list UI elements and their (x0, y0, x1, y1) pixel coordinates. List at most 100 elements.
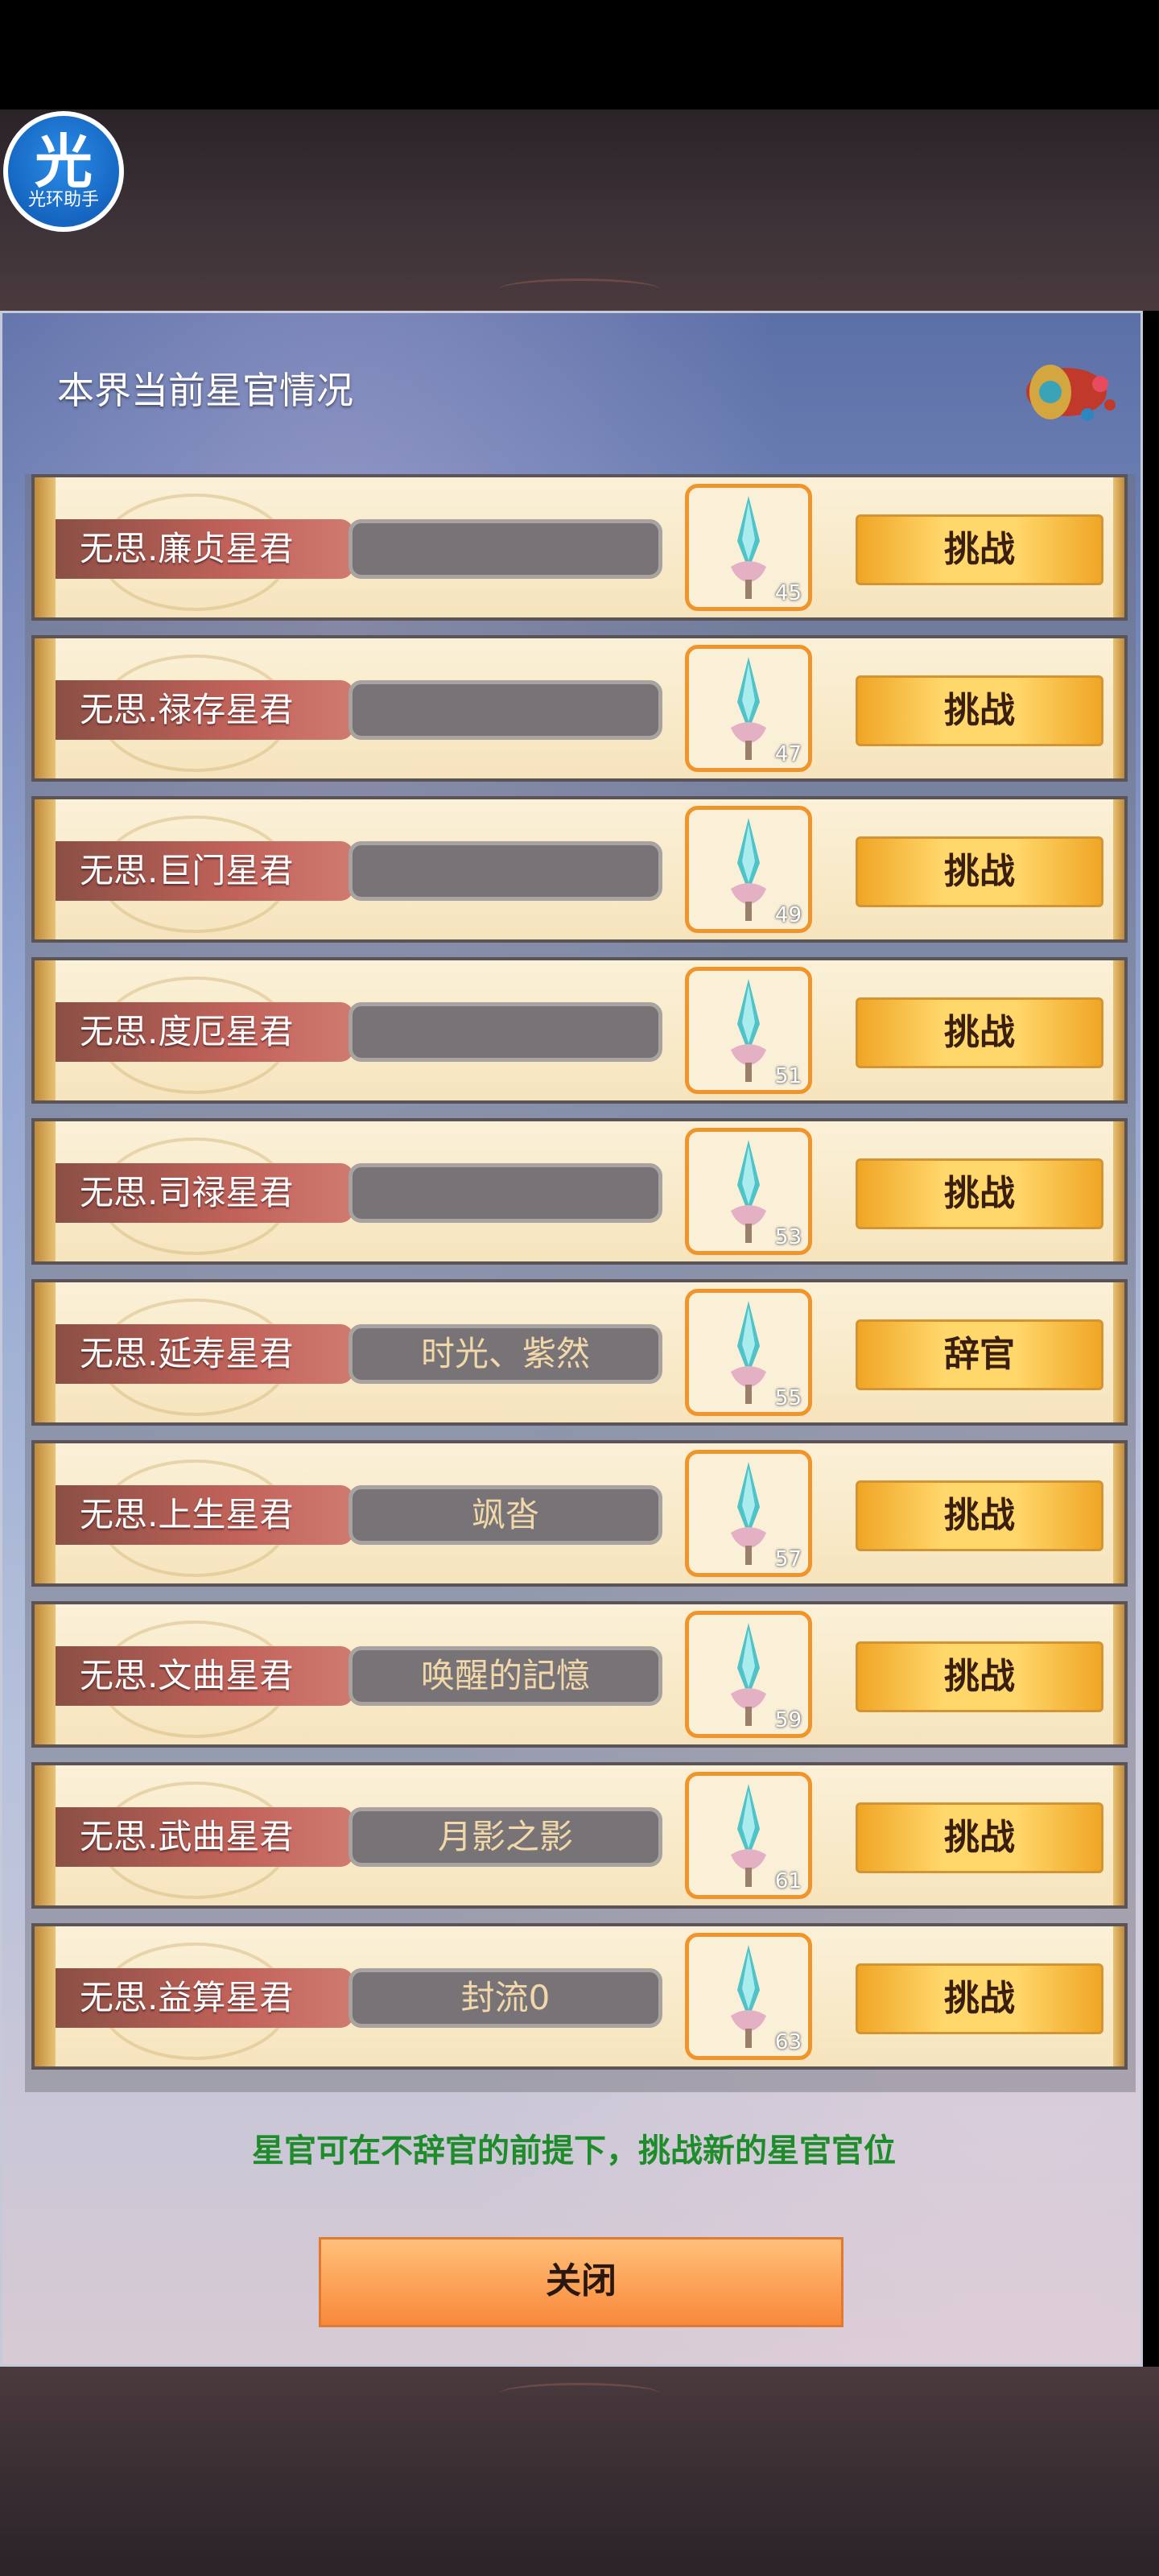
sword-level: 55 (774, 1386, 802, 1410)
sword-item[interactable]: 55 (685, 1289, 812, 1416)
sword-level: 59 (774, 1708, 802, 1732)
sword-item[interactable]: 49 (685, 806, 812, 933)
holder-name: 唤醒的記憶 (349, 1646, 662, 1706)
assistant-caption: 光环助手 (27, 190, 99, 210)
frame-left (35, 1604, 56, 1744)
frame-left (35, 1765, 56, 1905)
sword-item[interactable]: 47 (685, 645, 812, 772)
sword-icon (731, 657, 766, 760)
frame-left (35, 1121, 56, 1261)
holder-name (349, 1163, 662, 1223)
background-bottom (0, 2367, 1159, 2576)
challenge-button[interactable]: 挑战 (856, 675, 1103, 746)
challenge-button[interactable]: 挑战 (856, 514, 1103, 585)
challenge-button[interactable]: 挑战 (856, 1802, 1103, 1873)
frame-right (1113, 799, 1124, 939)
sword-level: 49 (774, 903, 802, 927)
official-list: 无思.廉贞星君 45 挑战 无思.禄存星君 47 挑战 无思.巨门星君 49 挑… (25, 474, 1136, 2092)
ornament (499, 279, 660, 300)
challenge-button[interactable]: 挑战 (856, 1158, 1103, 1229)
frame-right (1113, 960, 1124, 1100)
official-row: 无思.益算星君 封流0 63 挑战 (31, 1923, 1128, 2070)
sword-item[interactable]: 57 (685, 1450, 812, 1577)
official-title: 无思.巨门星君 (56, 841, 353, 901)
holder-name (349, 519, 662, 579)
frame-right (1113, 1282, 1124, 1422)
sword-item[interactable]: 51 (685, 967, 812, 1094)
sword-level: 57 (774, 1547, 802, 1571)
holder-name (349, 1002, 662, 1062)
official-row: 无思.武曲星君 月影之影 61 挑战 (31, 1762, 1128, 1909)
challenge-button[interactable]: 挑战 (856, 1641, 1103, 1712)
official-title: 无思.司禄星君 (56, 1163, 353, 1223)
sword-level: 45 (774, 581, 802, 605)
star-officials-panel: 本界当前星官情况 无思.廉贞星君 45 挑战 无思.禄存星君 47 挑战 无思.… (0, 311, 1143, 2367)
official-title: 无思.上生星君 (56, 1485, 353, 1545)
sword-icon (731, 1462, 766, 1565)
frame-left (35, 1926, 56, 2066)
frame-right (1113, 477, 1124, 617)
official-title: 无思.延寿星君 (56, 1324, 353, 1384)
frame-right (1113, 1765, 1124, 1905)
sword-item[interactable]: 53 (685, 1128, 812, 1255)
status-bar (0, 0, 1159, 109)
sword-level: 51 (774, 1064, 802, 1088)
frame-left (35, 1282, 56, 1422)
official-row: 无思.司禄星君 53 挑战 (31, 1118, 1128, 1265)
sword-icon (731, 496, 766, 599)
holder-name (349, 680, 662, 740)
frame-right (1113, 638, 1124, 778)
sword-item[interactable]: 59 (685, 1611, 812, 1738)
frame-left (35, 799, 56, 939)
official-row: 无思.文曲星君 唤醒的記憶 59 挑战 (31, 1601, 1128, 1748)
challenge-button[interactable]: 挑战 (856, 997, 1103, 1068)
official-row: 无思.禄存星君 47 挑战 (31, 635, 1128, 782)
holder-name: 飒沓 (349, 1485, 662, 1545)
close-button[interactable]: 关闭 (319, 2237, 843, 2327)
sword-icon (731, 1301, 766, 1404)
official-title: 无思.廉贞星君 (56, 519, 353, 579)
sword-icon (731, 1623, 766, 1726)
frame-right (1113, 1121, 1124, 1261)
background-top (0, 109, 1159, 311)
sword-icon (731, 979, 766, 1082)
frame-left (35, 638, 56, 778)
sword-item[interactable]: 63 (685, 1933, 812, 2060)
sword-level: 61 (774, 1869, 802, 1893)
official-title: 无思.度厄星君 (56, 1002, 353, 1062)
frame-right (1113, 1443, 1124, 1583)
frame-left (35, 960, 56, 1100)
sword-icon (731, 818, 766, 921)
official-title: 无思.文曲星君 (56, 1646, 353, 1706)
frame-right (1113, 1926, 1124, 2066)
sword-level: 63 (774, 2030, 802, 2054)
panel-title: 本界当前星官情况 (57, 369, 353, 412)
official-title: 无思.武曲星君 (56, 1807, 353, 1867)
official-row: 无思.上生星君 飒沓 57 挑战 (31, 1440, 1128, 1587)
holder-name: 时光、紫然 (349, 1324, 662, 1384)
challenge-button[interactable]: 挑战 (856, 836, 1103, 907)
sword-icon (731, 1784, 766, 1887)
ornament (499, 2383, 660, 2405)
sword-level: 53 (774, 1225, 802, 1249)
official-row: 无思.延寿星君 时光、紫然 55 辞官 (31, 1279, 1128, 1426)
official-row: 无思.巨门星君 49 挑战 (31, 796, 1128, 943)
official-title: 无思.禄存星君 (56, 680, 353, 740)
frame-left (35, 477, 56, 617)
assistant-glyph: 光 (34, 128, 93, 196)
resign-button[interactable]: 辞官 (856, 1319, 1103, 1390)
assistant-logo-icon[interactable]: 光 光环助手 (3, 111, 124, 232)
sword-icon (731, 1140, 766, 1243)
official-title: 无思.益算星君 (56, 1968, 353, 2028)
frame-left (35, 1443, 56, 1583)
holder-name: 月影之影 (349, 1807, 662, 1867)
holder-name (349, 841, 662, 901)
official-row: 无思.廉贞星君 45 挑战 (31, 474, 1128, 621)
sword-item[interactable]: 61 (685, 1772, 812, 1899)
challenge-button[interactable]: 挑战 (856, 1963, 1103, 2034)
sword-level: 47 (774, 742, 802, 766)
frame-right (1113, 1604, 1124, 1744)
sword-icon (731, 1945, 766, 2048)
challenge-button[interactable]: 挑战 (856, 1480, 1103, 1551)
sword-item[interactable]: 45 (685, 484, 812, 611)
